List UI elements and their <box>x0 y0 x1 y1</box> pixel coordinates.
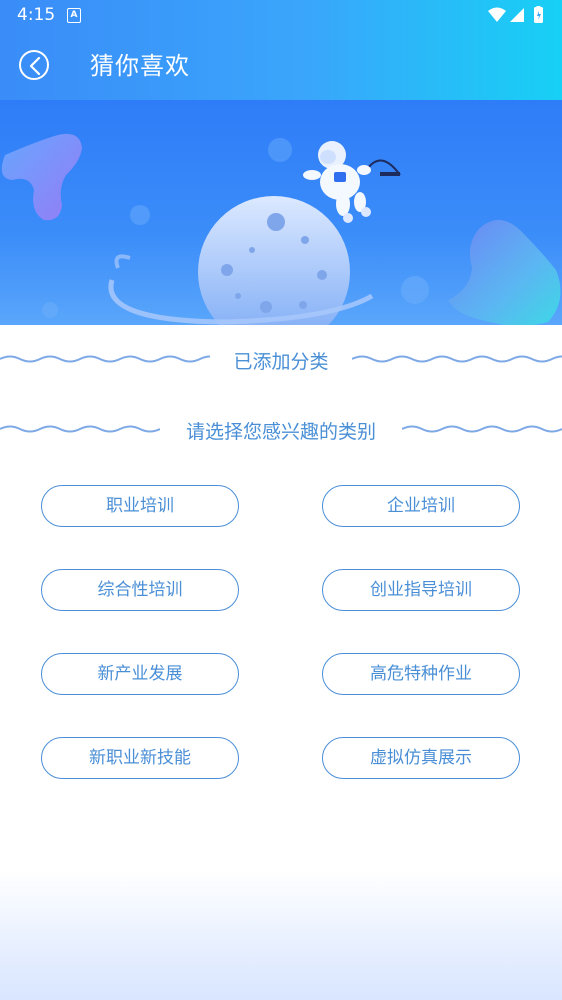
decorative-blob-left <box>1 133 82 221</box>
category-button-new-skills[interactable]: 新职业新技能 <box>41 737 239 779</box>
category-button-startup-guidance[interactable]: 创业指导培训 <box>322 569 520 611</box>
select-categories-title: 请选择您感兴趣的类别 <box>185 421 376 443</box>
category-button-high-risk-work[interactable]: 高危特种作业 <box>322 653 520 695</box>
status-icons <box>488 6 543 23</box>
added-categories-title: 已添加分类 <box>233 351 329 373</box>
category-button-enterprise-training[interactable]: 企业培训 <box>322 485 520 527</box>
back-button[interactable] <box>19 50 49 80</box>
status-bar: 4:15 A <box>0 0 562 32</box>
decorative-blob-right <box>448 220 561 325</box>
wave-divider-left-2 <box>0 425 160 433</box>
space-illustration <box>1 133 561 325</box>
nav-bar: 猜你喜欢 <box>0 32 562 100</box>
status-time: 4:15 <box>17 5 56 25</box>
banner-illustration <box>0 100 562 325</box>
wave-divider-right <box>352 355 562 363</box>
category-button-comprehensive-training[interactable]: 综合性培训 <box>41 569 239 611</box>
category-button-virtual-simulation[interactable]: 虚拟仿真展示 <box>322 737 520 779</box>
bottom-gradient <box>0 870 562 1000</box>
wave-divider-left <box>0 355 210 363</box>
signal-icon <box>510 8 524 22</box>
page-title: 猜你喜欢 <box>90 52 190 80</box>
chevron-left-icon <box>29 57 41 75</box>
wave-divider-right-2 <box>402 425 562 433</box>
notification-icon: A <box>67 8 81 23</box>
wifi-icon <box>488 7 506 22</box>
category-button-new-industry[interactable]: 新产业发展 <box>41 653 239 695</box>
category-button-vocational-training[interactable]: 职业培训 <box>41 485 239 527</box>
